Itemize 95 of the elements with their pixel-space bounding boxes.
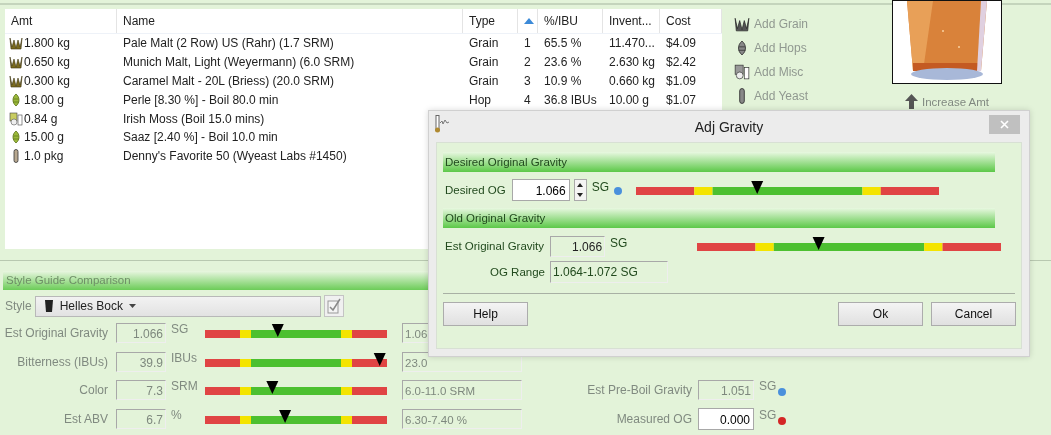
table-cell: $1.09 [666, 74, 697, 88]
value-field[interactable]: 0.000 [698, 407, 754, 430]
table-cell: Saaz [2.40 %] - Boil 10.0 min [123, 130, 278, 145]
table-cell: Irish Moss (Boil 15.0 mins) [123, 111, 265, 126]
checklist-icon [326, 298, 341, 314]
style-dropdown[interactable]: Helles Bock [34, 295, 321, 317]
column-header[interactable]: Type [463, 9, 518, 33]
hop-icon [9, 92, 23, 107]
dialog-button[interactable]: Ok [838, 302, 923, 326]
dropdown-caret-icon [129, 304, 137, 308]
table-cell: 10.9 % [544, 74, 582, 88]
unit-label: SG [170, 321, 190, 336]
table-cell: 0.660 kg [609, 74, 656, 88]
table-cell: 23.6 % [544, 55, 582, 70]
value-field: 6.7 [116, 408, 166, 429]
spin-buttons[interactable] [573, 179, 587, 201]
table-cell: 15.00 g [24, 130, 65, 145]
table-cell: Grain [469, 36, 499, 51]
table-cell: 2.630 kg [609, 55, 656, 70]
field-label: Style [5, 299, 32, 313]
value-field: 7.3 [116, 380, 166, 401]
grain-icon [9, 36, 23, 51]
field-label: Est Original Gravity [444, 240, 545, 252]
table-cell: Denny's Favorite 50 (Wyeast Labs #1450) [123, 149, 347, 164]
grain-icon [734, 16, 750, 32]
table-cell: Hop [469, 92, 491, 107]
column-header[interactable]: Amt [5, 9, 117, 33]
field-label: OG Range [489, 266, 545, 278]
spin-up-icon[interactable] [577, 183, 584, 187]
unit-label: SG [758, 378, 778, 393]
grain-icon [9, 74, 23, 88]
glass-icon [43, 299, 54, 313]
misc-icon [9, 111, 23, 126]
table-cell: 1 [524, 36, 531, 51]
table-cell: 0.650 kg [24, 55, 71, 70]
unit-label: SG [610, 236, 628, 250]
dialog-button[interactable]: Cancel [931, 302, 1016, 326]
field-label: Bitterness (IBUs) [16, 354, 108, 369]
table-cell: $2.42 [666, 55, 697, 70]
value-field: 1.066 [550, 235, 606, 257]
value-field: 39.9 [116, 351, 166, 372]
section-header: Old Original Gravity [443, 208, 995, 228]
value-field: 1.066 [116, 323, 166, 344]
unit-label: IBUs [170, 349, 198, 365]
table-cell: 3 [524, 74, 531, 88]
hydrometer-icon [434, 115, 450, 133]
table-cell: $4.09 [666, 36, 697, 51]
unit-label: SRM [170, 378, 199, 393]
column-header[interactable]: Name [117, 9, 463, 33]
field-label: Est Pre-Boil Gravity [586, 383, 692, 398]
field-label: Desired OG [444, 184, 506, 196]
value-field: 1.051 [698, 380, 754, 401]
table-cell: Perle [8.30 %] - Boil 80.0 min [123, 92, 279, 107]
sort-icon[interactable] [524, 18, 534, 24]
table-cell: 0.300 kg [24, 74, 71, 88]
checklist-button[interactable] [323, 295, 344, 317]
table-cell: Caramel Malt - 20L (Briess) (20.0 SRM) [123, 74, 334, 88]
og-input-field[interactable]: 1.066 [511, 179, 570, 201]
table-cell: 0.84 g [24, 111, 58, 126]
hop-icon [9, 130, 23, 145]
up-arrow-icon [904, 94, 918, 109]
field-label: Color [78, 383, 108, 398]
close-icon [1000, 120, 1009, 129]
table-cell: 18.00 g [24, 92, 65, 107]
field-label: Est Original Gravity [3, 326, 108, 341]
range-field: 6.30-7.40 % [402, 408, 522, 429]
misc-icon [734, 64, 750, 80]
grain-icon [9, 55, 23, 70]
table-cell: Pale Malt (2 Row) US (Rahr) (1.7 SRM) [123, 36, 334, 51]
spin-down-icon[interactable] [577, 193, 584, 197]
table-cell: 11.470... [609, 36, 655, 51]
unit-label: % [170, 406, 183, 422]
unit-label: SG [591, 180, 610, 194]
table-cell: 10.00 g [609, 92, 650, 107]
range-field: 1.064-1.072 SG [550, 261, 668, 283]
column-header[interactable]: Cost [660, 9, 722, 33]
range-field: 6.0-11.0 SRM [402, 380, 522, 401]
table-cell: Munich Malt, Light (Weyermann) (6.0 SRM) [123, 55, 355, 70]
column-header[interactable]: Invent... [603, 9, 660, 33]
column-header[interactable]: %/IBU [538, 9, 603, 33]
table-cell: 36.8 IBUs [544, 92, 597, 107]
field-label: Est ABV [62, 411, 108, 426]
table-cell: 2 [524, 55, 531, 70]
table-cell: Grain [469, 74, 499, 88]
table-cell: 4 [524, 92, 531, 107]
dialog-button[interactable]: Help [443, 302, 528, 326]
table-cell: $1.07 [666, 92, 697, 107]
table-cell: 1.800 kg [24, 36, 71, 51]
table-cell: Grain [469, 55, 499, 70]
unit-label: SG [758, 406, 778, 422]
table-cell: 1.0 pkg [24, 149, 64, 164]
window-title: Adj Gravity [694, 118, 764, 135]
section-header: Desired Original Gravity [443, 152, 995, 172]
table-cell: 65.5 % [544, 36, 582, 51]
field-label: Measured OG [615, 411, 692, 426]
